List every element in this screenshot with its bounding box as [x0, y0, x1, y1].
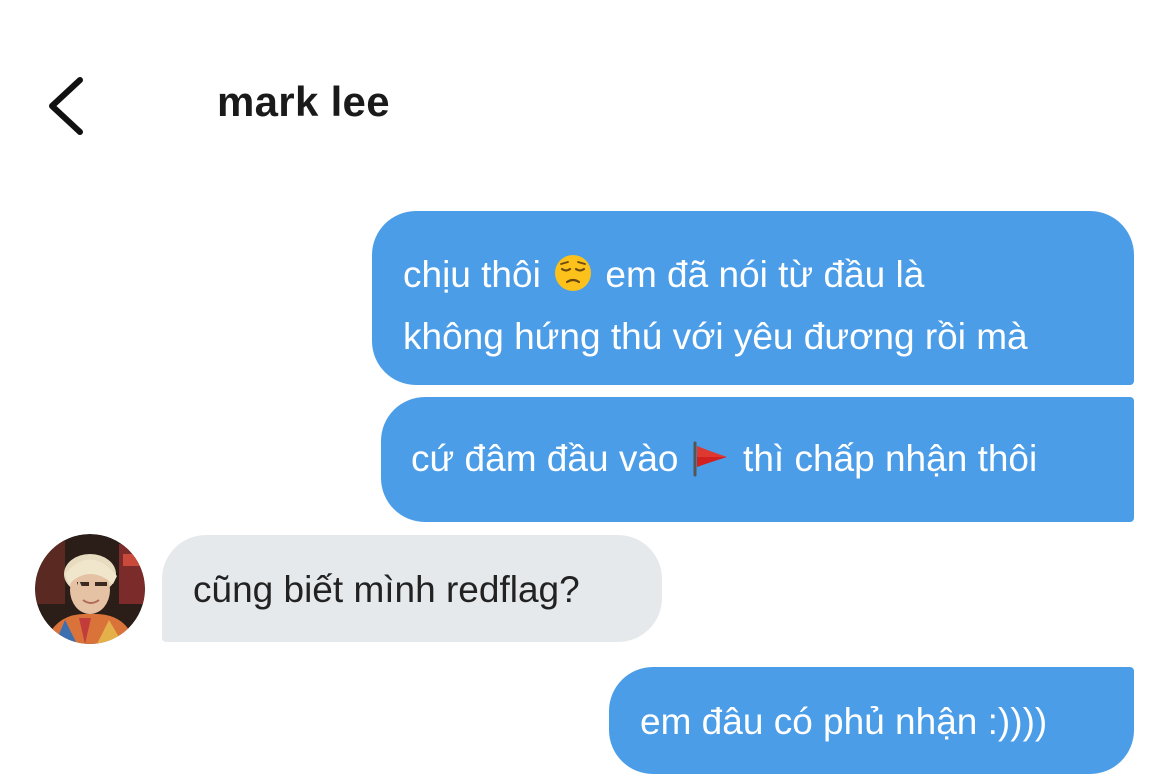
contact-name: mark lee: [217, 78, 390, 125]
message-bubble-outgoing[interactable]: chịu thôi em đã nói từ đầu là không hứng…: [372, 211, 1134, 385]
message-text: em đâu có phủ nhận :)))): [640, 701, 1048, 742]
message-text: cứ đâm đầu vào: [411, 438, 689, 479]
message-bubble-outgoing[interactable]: em đâu có phủ nhận :)))): [609, 667, 1134, 774]
chat-screen: mark lee chịu thôi em đã nói từ đầu là k…: [0, 0, 1169, 784]
back-button[interactable]: [40, 70, 100, 142]
message-line: chịu thôi em đã nói từ đầu là: [403, 247, 1104, 309]
message-bubble-outgoing[interactable]: cứ đâm đầu vào thì chấp nhận thôi: [381, 397, 1134, 522]
chat-header: mark lee: [0, 0, 1169, 180]
message-text: chịu thôi: [403, 254, 552, 295]
message-line: không hứng thú với yêu đương rồi mà: [403, 316, 1028, 357]
chevron-left-icon: [49, 77, 83, 135]
contact-avatar[interactable]: [35, 534, 145, 644]
message-text: em đã nói từ đầu là: [595, 254, 925, 295]
pensive-face-emoji: [553, 253, 593, 309]
red-flag-emoji: [691, 437, 731, 493]
message-text: cũng biết mình redflag?: [193, 569, 580, 610]
message-text: thì chấp nhận thôi: [732, 438, 1038, 479]
message-bubble-incoming[interactable]: cũng biết mình redflag?: [162, 535, 662, 642]
